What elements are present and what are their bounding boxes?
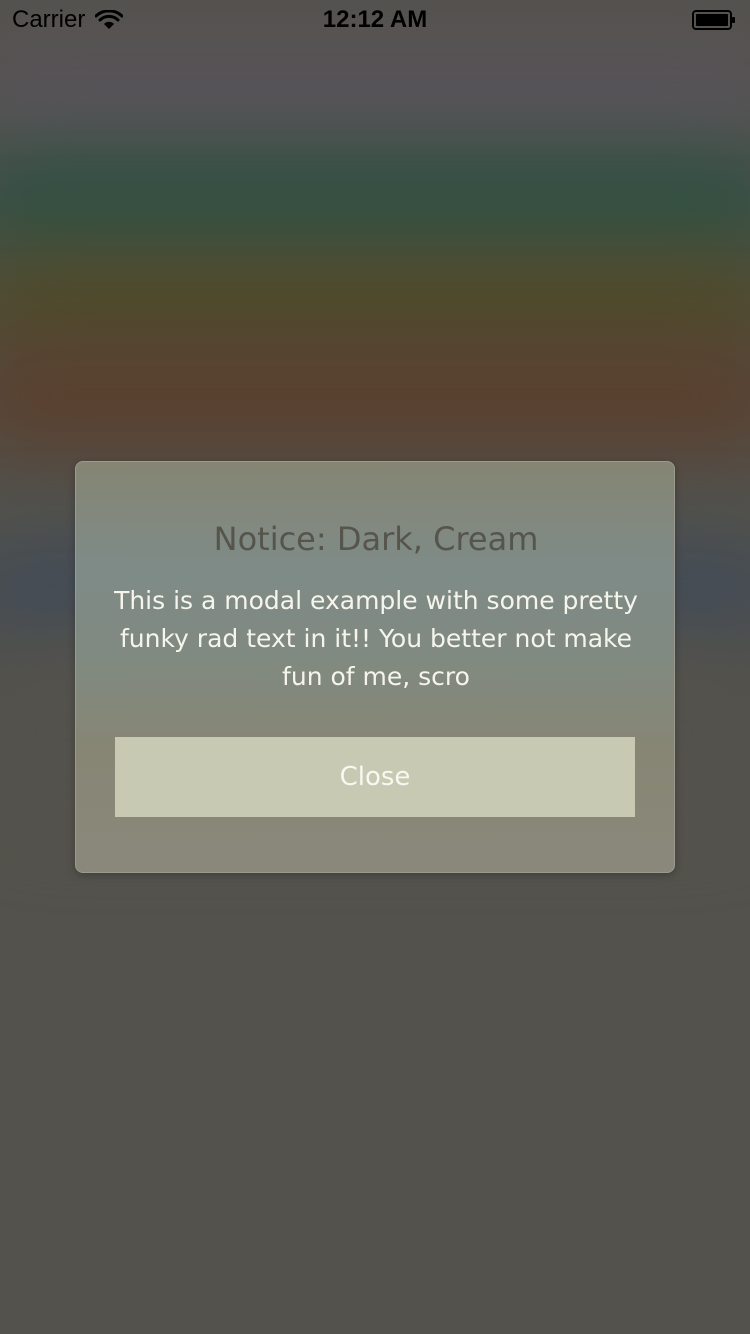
notice-modal: Notice: Dark, Cream This is a modal exam…	[75, 461, 675, 873]
app-screen: Carrier 12:12 AM Notice: Dark, Cream Thi…	[0, 0, 750, 1334]
modal-title: Notice: Dark, Cream	[213, 520, 539, 558]
status-time: 12:12 AM	[322, 6, 428, 33]
battery-icon	[692, 10, 735, 30]
close-button[interactable]: Close	[115, 737, 635, 817]
modal-message: This is a modal example with some pretty…	[114, 586, 638, 691]
status-bar: Carrier 12:12 AM	[0, 0, 750, 40]
